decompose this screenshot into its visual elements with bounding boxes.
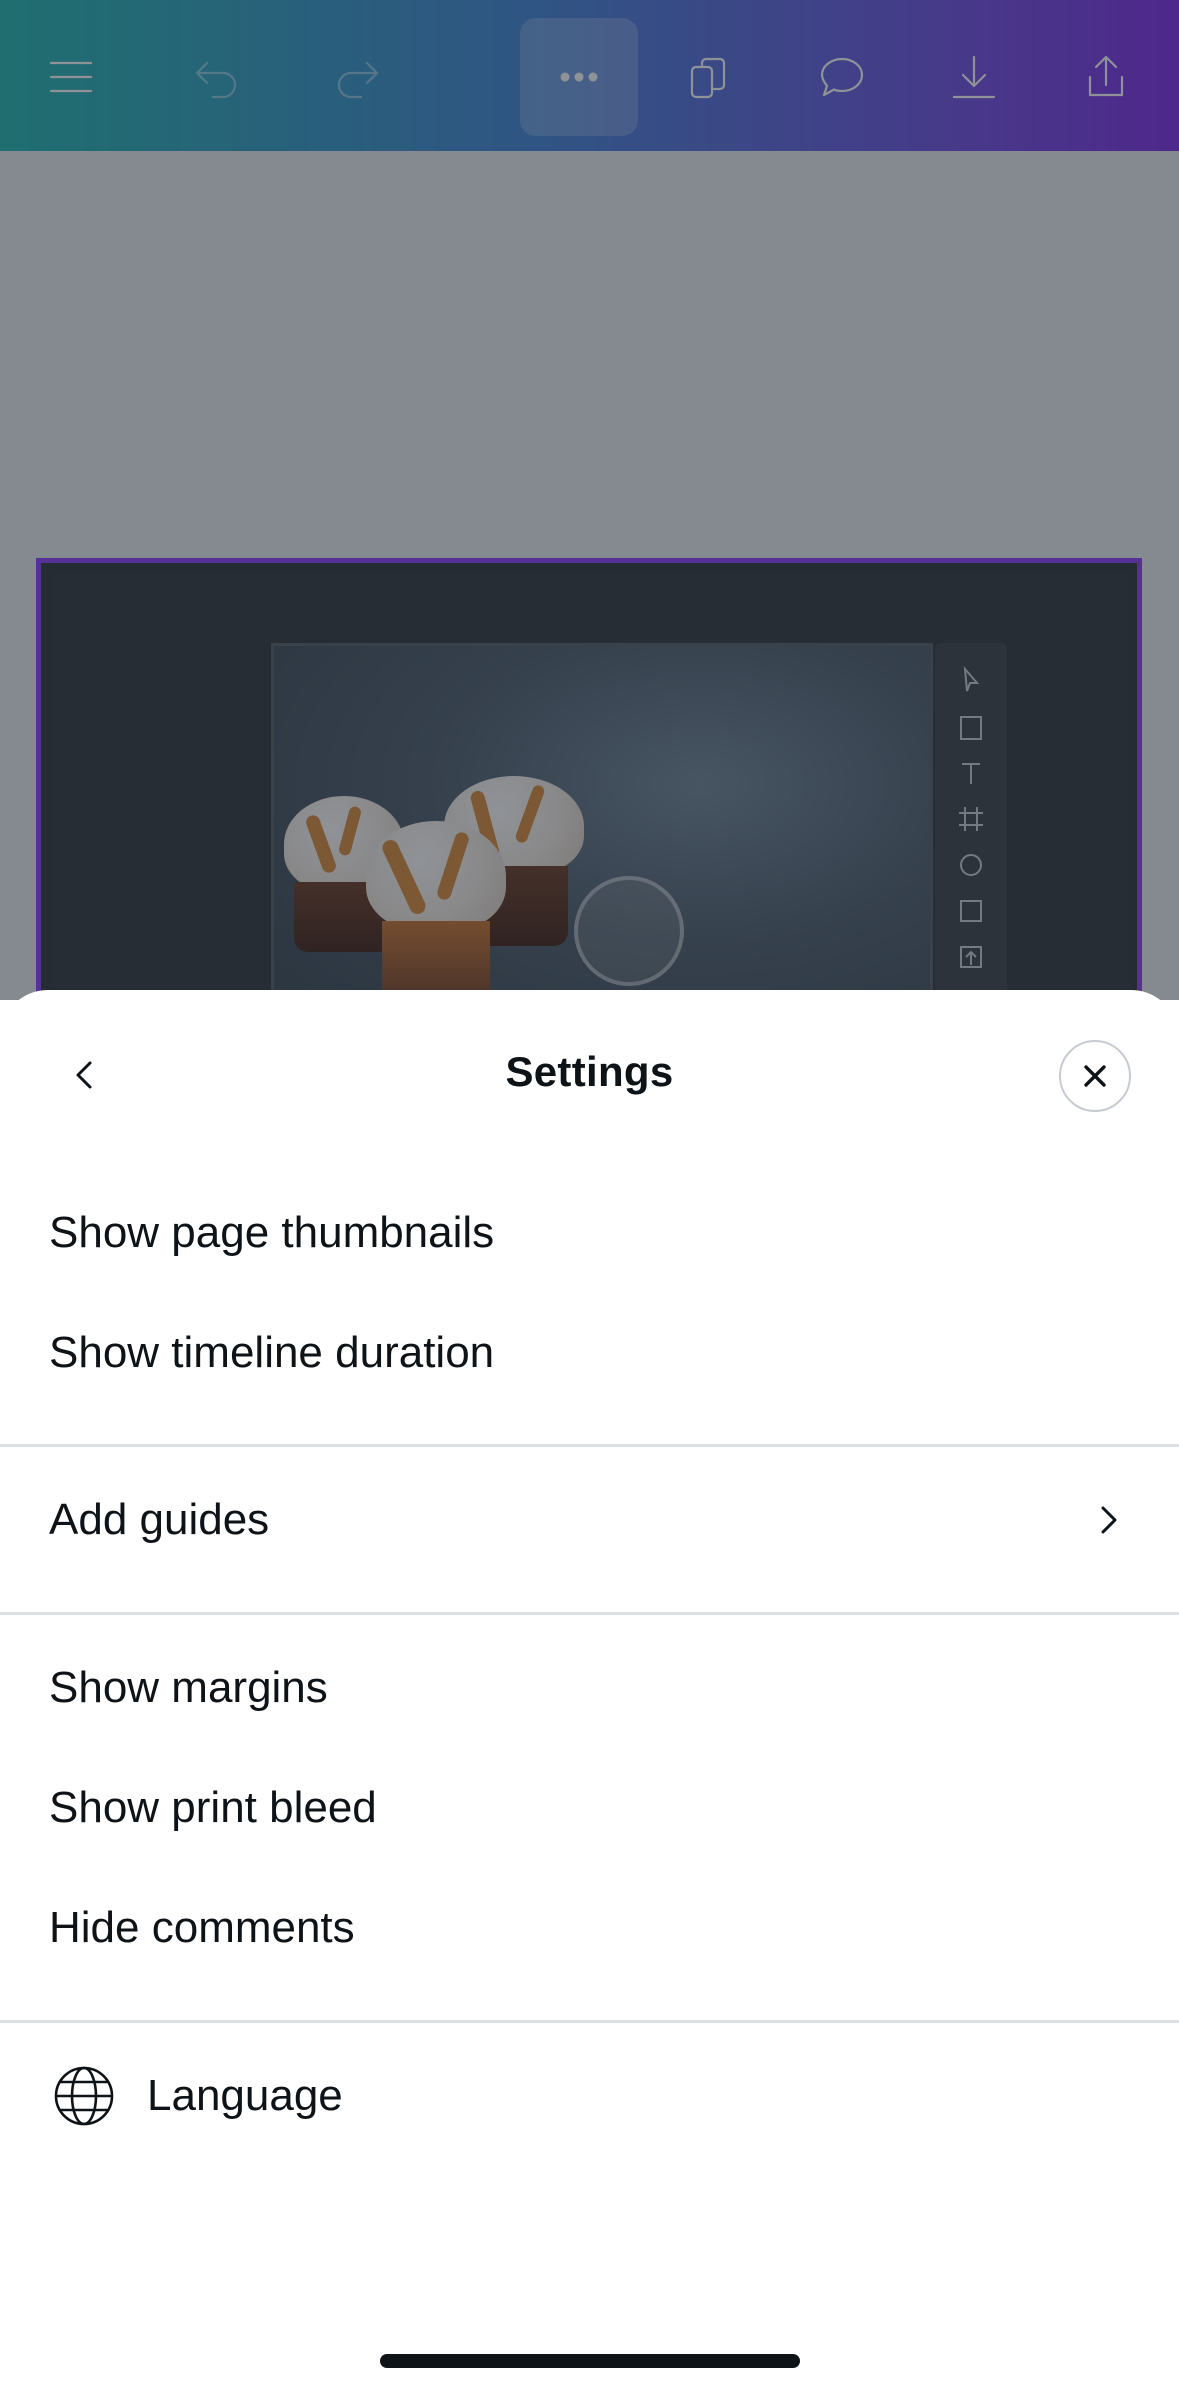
close-icon: [1084, 1065, 1106, 1087]
divider: [0, 2020, 1179, 2023]
setting-label: Show print bleed: [49, 1783, 377, 1832]
setting-add-guides[interactable]: Add guides: [0, 1460, 1179, 1580]
settings-group-guides: Add guides: [0, 1460, 1179, 1580]
settings-group-print: Show margins Show print bleed Hide comme…: [0, 1628, 1179, 1988]
settings-group-view: Show page thumbnails Show timeline durat…: [0, 1173, 1179, 1413]
modal-overlay[interactable]: [0, 0, 1179, 1000]
divider: [0, 1444, 1179, 1447]
divider: [0, 1612, 1179, 1615]
setting-show-timeline-duration[interactable]: Show timeline duration: [0, 1293, 1179, 1413]
close-button[interactable]: [1059, 1040, 1131, 1112]
setting-show-page-thumbnails[interactable]: Show page thumbnails: [0, 1173, 1179, 1293]
setting-show-margins[interactable]: Show margins: [0, 1628, 1179, 1748]
chevron-right-icon: [1087, 1498, 1131, 1542]
setting-show-print-bleed[interactable]: Show print bleed: [0, 1748, 1179, 1868]
editor-background: [0, 0, 1179, 1043]
setting-label: Language: [147, 2071, 343, 2120]
sheet-title: Settings: [505, 1048, 674, 1095]
setting-label: Hide comments: [49, 1903, 355, 1952]
settings-group-language: Language: [0, 2036, 1179, 2156]
setting-label: Show timeline duration: [49, 1328, 495, 1377]
setting-label: Add guides: [49, 1495, 270, 1544]
sheet-header: Settings: [0, 990, 1179, 1160]
settings-sheet: Settings Show page thumbnails Show timel…: [0, 990, 1179, 2396]
setting-hide-comments[interactable]: Hide comments: [0, 1868, 1179, 1988]
setting-language[interactable]: Language: [0, 2036, 1179, 2156]
setting-label: Show margins: [49, 1663, 328, 1712]
globe-icon: [51, 2063, 117, 2129]
setting-label: Show page thumbnails: [49, 1208, 495, 1257]
home-indicator[interactable]: [380, 2354, 800, 2368]
